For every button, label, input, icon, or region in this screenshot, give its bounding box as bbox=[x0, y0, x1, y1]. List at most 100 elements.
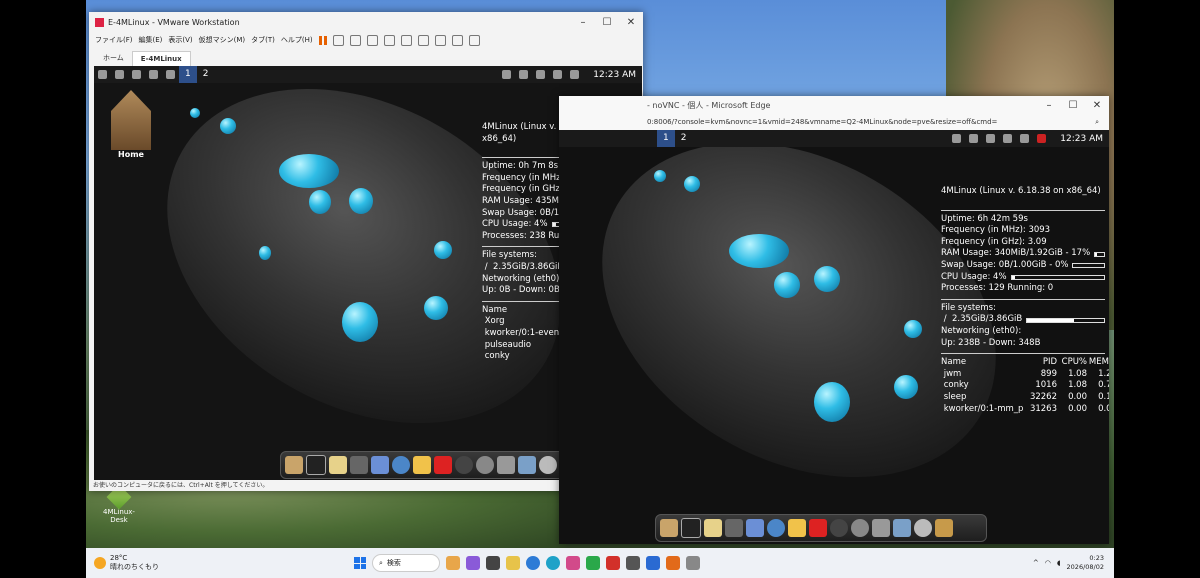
film-reel-icon[interactable] bbox=[851, 519, 869, 537]
view-full-icon[interactable] bbox=[434, 34, 446, 46]
manage-snapshot-icon[interactable] bbox=[383, 34, 395, 46]
menu-vm[interactable]: 仮想マシン(M) bbox=[199, 35, 246, 45]
desktop-shortcut[interactable]: 4MLinux-Desk bbox=[96, 484, 142, 530]
terminal-icon[interactable] bbox=[306, 455, 326, 475]
browser-icon[interactable] bbox=[392, 456, 410, 474]
app-icon[interactable] bbox=[566, 556, 580, 570]
tools-icon[interactable] bbox=[935, 519, 953, 537]
menu-help[interactable]: ヘルプ(H) bbox=[281, 35, 313, 45]
network-icon[interactable] bbox=[986, 134, 996, 143]
youtube-icon[interactable] bbox=[809, 519, 827, 537]
notes-icon[interactable] bbox=[704, 519, 722, 537]
taskbar-clock[interactable]: 0:23 2026/08/02 bbox=[1067, 554, 1104, 572]
start-icon[interactable] bbox=[354, 557, 366, 569]
disc-icon[interactable] bbox=[166, 70, 175, 79]
console-icon[interactable] bbox=[451, 34, 463, 46]
app-icon[interactable] bbox=[646, 556, 660, 570]
copilot-icon[interactable] bbox=[466, 556, 480, 570]
novnc-console[interactable]: 1 2 12:23 AM 4MLinux (Linux v. 6.18.38 o… bbox=[559, 130, 1109, 544]
disk-tool-icon[interactable] bbox=[518, 456, 536, 474]
edge-window[interactable]: - noVNC - 個人 - Microsoft Edge – ☐ ✕ 0:80… bbox=[559, 96, 1109, 544]
close-button[interactable]: ✕ bbox=[1085, 100, 1109, 111]
maximize-button[interactable]: ☐ bbox=[595, 17, 619, 28]
conky-header: 4MLinux (Linux v. 6.18.38 on x86_64) bbox=[941, 186, 1101, 196]
terminal-icon[interactable] bbox=[681, 518, 701, 538]
eject-icon[interactable] bbox=[132, 70, 141, 79]
menu-view[interactable]: 表示(V) bbox=[168, 35, 192, 45]
user-icon[interactable] bbox=[969, 134, 979, 143]
network-icon[interactable] bbox=[536, 70, 546, 79]
mail-icon[interactable] bbox=[788, 519, 806, 537]
menu-icon[interactable] bbox=[98, 70, 107, 79]
widgets-icon[interactable] bbox=[446, 556, 460, 570]
chrome-icon[interactable] bbox=[526, 556, 540, 570]
view-split-icon[interactable] bbox=[417, 34, 429, 46]
paperclip-icon[interactable] bbox=[952, 134, 962, 143]
speaker-icon[interactable] bbox=[1003, 134, 1013, 143]
camera-icon[interactable] bbox=[497, 456, 515, 474]
terminal-icon[interactable] bbox=[115, 70, 124, 79]
tab-home[interactable]: ホーム bbox=[95, 50, 132, 66]
calculator-icon[interactable] bbox=[350, 456, 368, 474]
home-shortcut[interactable]: Home bbox=[108, 90, 154, 159]
water-drop bbox=[259, 246, 271, 260]
browser-icon[interactable] bbox=[767, 519, 785, 537]
minimize-button[interactable]: – bbox=[571, 17, 595, 28]
menu-edit[interactable]: 編集(E) bbox=[139, 35, 163, 45]
camera-icon[interactable] bbox=[872, 519, 890, 537]
notes-icon[interactable] bbox=[329, 456, 347, 474]
close-button[interactable]: ✕ bbox=[619, 17, 643, 28]
pen-icon[interactable] bbox=[1020, 134, 1030, 143]
home-icon[interactable] bbox=[660, 519, 678, 537]
view-normal-icon[interactable] bbox=[400, 34, 412, 46]
user-icon[interactable] bbox=[519, 70, 529, 79]
weather-widget[interactable]: 28°C 晴れのちくもり bbox=[86, 554, 244, 572]
settings-icon[interactable] bbox=[914, 519, 932, 537]
disk-tool-icon[interactable] bbox=[893, 519, 911, 537]
stretch-icon[interactable] bbox=[468, 34, 480, 46]
workspace-2[interactable]: 2 bbox=[675, 130, 693, 147]
menu-tabs[interactable]: タブ(T) bbox=[251, 35, 275, 45]
calendar-icon[interactable] bbox=[371, 456, 389, 474]
mail-icon[interactable] bbox=[413, 456, 431, 474]
app-icon[interactable] bbox=[606, 556, 620, 570]
app-icon[interactable] bbox=[686, 556, 700, 570]
volume-icon[interactable]: ◖ bbox=[1057, 559, 1061, 567]
calendar-icon[interactable] bbox=[746, 519, 764, 537]
edge-icon[interactable] bbox=[546, 556, 560, 570]
maximize-button[interactable]: ☐ bbox=[1061, 100, 1085, 111]
drive-icon[interactable] bbox=[149, 70, 158, 79]
app-icon[interactable] bbox=[586, 556, 600, 570]
address-bar[interactable]: 0:8006/?console=kvm&novnc=1&vmid=248&vmn… bbox=[559, 114, 1109, 130]
revert-icon[interactable] bbox=[366, 34, 378, 46]
app-icon[interactable] bbox=[666, 556, 680, 570]
file-explorer-icon[interactable] bbox=[506, 556, 520, 570]
minimize-button[interactable]: – bbox=[1037, 100, 1061, 111]
pause-icon[interactable] bbox=[318, 35, 327, 45]
home-icon[interactable] bbox=[285, 456, 303, 474]
chevron-up-icon[interactable]: ^ bbox=[1033, 559, 1039, 567]
youtube-icon[interactable] bbox=[434, 456, 452, 474]
workspace-2[interactable]: 2 bbox=[197, 66, 215, 83]
headphones-icon[interactable] bbox=[830, 519, 848, 537]
menu-file[interactable]: ファイル(F) bbox=[95, 35, 133, 45]
pen-icon[interactable] bbox=[570, 70, 580, 79]
snapshot-icon[interactable] bbox=[349, 34, 361, 46]
wifi-icon[interactable]: ◠ bbox=[1045, 559, 1051, 567]
search-box[interactable]: ⌕ 検索 bbox=[372, 554, 440, 572]
calculator-icon[interactable] bbox=[725, 519, 743, 537]
task-view-icon[interactable] bbox=[486, 556, 500, 570]
vmware-taskbar-icon[interactable] bbox=[626, 556, 640, 570]
speaker-icon[interactable] bbox=[553, 70, 563, 79]
headphones-icon[interactable] bbox=[455, 456, 473, 474]
record-icon[interactable] bbox=[1037, 134, 1047, 143]
paperclip-icon[interactable] bbox=[502, 70, 512, 79]
send-keys-icon[interactable] bbox=[332, 34, 344, 46]
settings-icon[interactable] bbox=[539, 456, 557, 474]
zoom-icon[interactable]: ⌕ bbox=[1095, 118, 1099, 127]
workspace-1[interactable]: 1 bbox=[657, 130, 675, 147]
url-text[interactable]: 0:8006/?console=kvm&novnc=1&vmid=248&vmn… bbox=[647, 118, 997, 126]
film-reel-icon[interactable] bbox=[476, 456, 494, 474]
tab-vm[interactable]: E-4MLinux bbox=[131, 51, 191, 66]
workspace-1[interactable]: 1 bbox=[179, 66, 197, 83]
